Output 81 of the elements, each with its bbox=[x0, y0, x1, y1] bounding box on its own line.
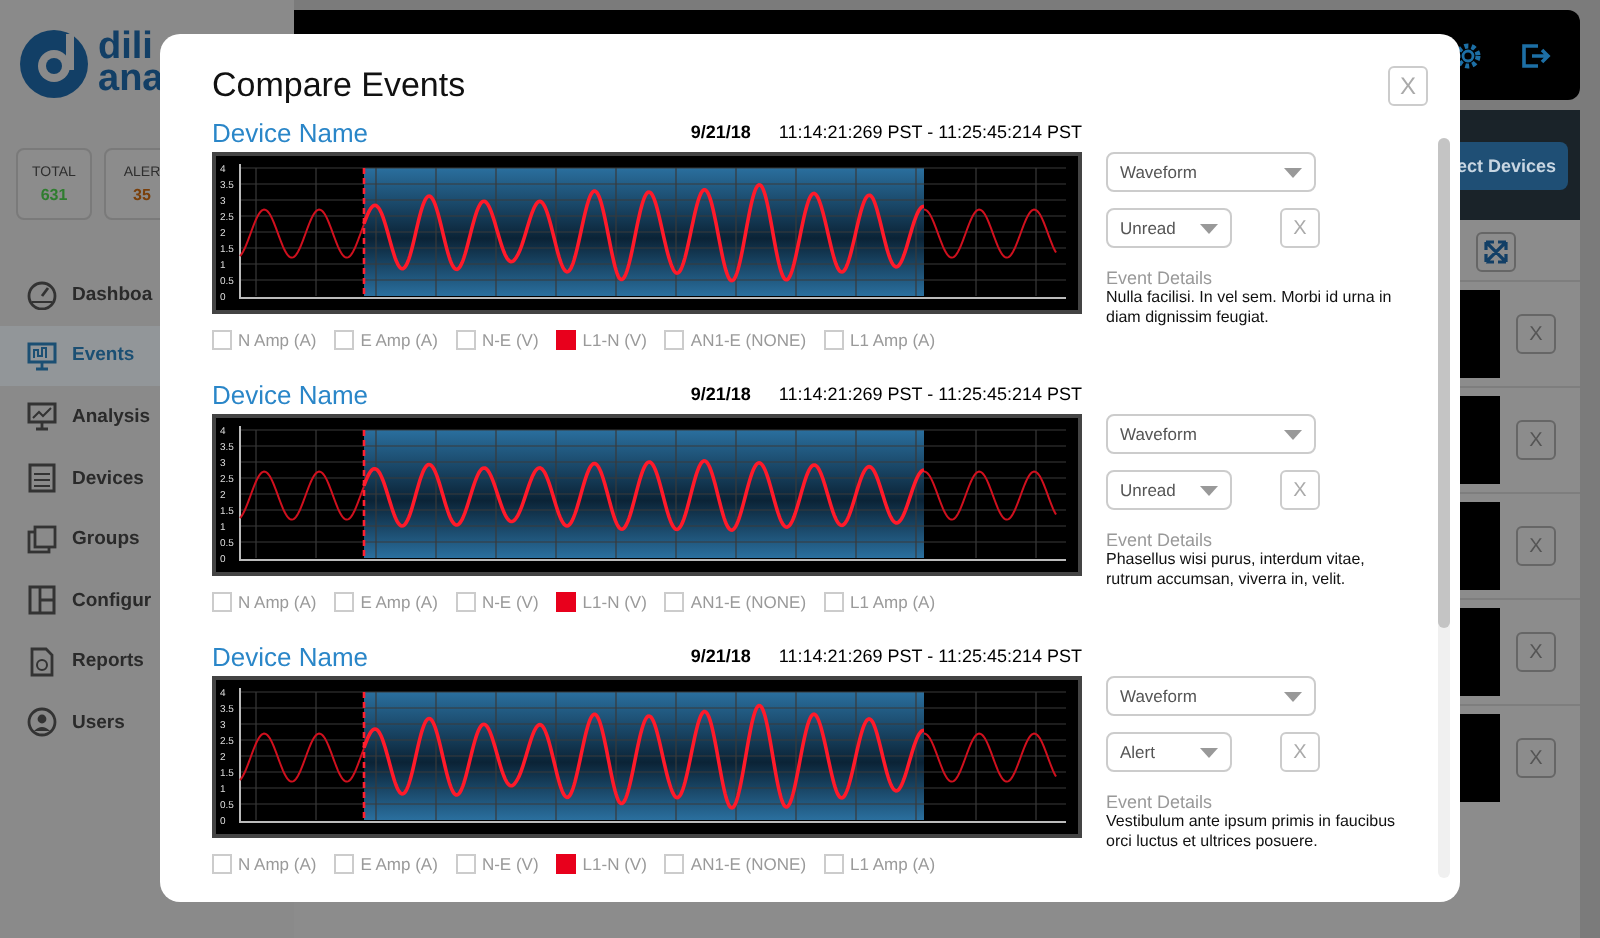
channel-checkbox[interactable]: L1 Amp (A) bbox=[824, 330, 936, 350]
event-date: 9/21/18 bbox=[690, 384, 751, 404]
layout-icon bbox=[26, 584, 58, 617]
stat-value: 631 bbox=[40, 185, 68, 203]
logout-icon[interactable] bbox=[1520, 39, 1552, 71]
event-time-range: 11:14:21:269 PST - 11:25:45:214 PST bbox=[778, 122, 1082, 142]
channel-checkbox[interactable]: L1-N (V) bbox=[556, 854, 647, 874]
channel-checkbox[interactable]: AN1-E (NONE) bbox=[664, 854, 807, 874]
marker-line bbox=[362, 430, 366, 558]
caret-icon bbox=[1284, 691, 1302, 701]
channel-checkbox[interactable]: N-E (V) bbox=[455, 330, 539, 350]
nav-label: Configur bbox=[72, 589, 152, 612]
remove-button[interactable]: X bbox=[1280, 470, 1320, 510]
close-button[interactable]: X bbox=[1388, 65, 1428, 105]
nav-item[interactable]: Configur bbox=[0, 569, 158, 632]
channel-checkbox[interactable]: N-E (V) bbox=[455, 854, 539, 874]
gauge-icon bbox=[26, 278, 58, 311]
remove-button[interactable]: X bbox=[1280, 732, 1320, 772]
caret-icon bbox=[1284, 167, 1302, 177]
event-description: Phasellus wisi purus, interdum vitae, rutrum accumsan, viverra in, velit. bbox=[1106, 550, 1367, 590]
details-label: Event Details bbox=[1106, 530, 1215, 550]
event-description: Nulla facilisi. In vel sem. Morbi id urna in diam dignissim feugiat. bbox=[1106, 288, 1394, 328]
stat-value: 35 bbox=[133, 185, 151, 203]
nav-label: Reports bbox=[72, 650, 144, 673]
details-label: Event Details bbox=[1106, 268, 1215, 288]
channel-checkbox[interactable]: E Amp (A) bbox=[334, 330, 438, 350]
nav-item[interactable]: Groups bbox=[0, 508, 158, 570]
expand-button[interactable] bbox=[1476, 232, 1516, 272]
nav-item[interactable]: Dashboa bbox=[0, 264, 158, 326]
channel-checkbox[interactable]: E Amp (A) bbox=[334, 592, 438, 612]
monitor-icon bbox=[26, 339, 58, 372]
expand-icon bbox=[1484, 240, 1508, 264]
channel-checkbox[interactable]: L1-N (V) bbox=[556, 592, 647, 612]
logo-text: ana bbox=[98, 64, 164, 96]
nav-item[interactable]: Reports bbox=[0, 631, 158, 693]
nav-item[interactable]: Analysis bbox=[0, 386, 158, 448]
channel-checkbox[interactable]: E Amp (A) bbox=[334, 854, 438, 874]
marker-line bbox=[362, 692, 366, 820]
nav-label: Users bbox=[72, 711, 125, 734]
status-dropdown[interactable]: Unread bbox=[1106, 470, 1232, 510]
nav-label: Dashboa bbox=[72, 283, 153, 306]
stacked-squares-icon bbox=[26, 523, 58, 556]
logo-icon bbox=[18, 28, 90, 100]
chart-monitor-icon bbox=[26, 400, 58, 433]
type-dropdown[interactable]: Waveform bbox=[1106, 414, 1316, 454]
caret-icon bbox=[1284, 429, 1302, 439]
event-date: 9/21/18 bbox=[690, 646, 751, 666]
channel-checkbox[interactable]: L1-N (V) bbox=[556, 330, 647, 350]
type-dropdown[interactable]: Waveform bbox=[1106, 676, 1316, 716]
marker-line bbox=[362, 168, 366, 296]
device-name[interactable]: Device Name bbox=[212, 641, 691, 671]
status-dropdown[interactable]: Alert bbox=[1106, 732, 1232, 772]
channel-checkbox[interactable]: N Amp (A) bbox=[212, 592, 317, 612]
channel-checkbox[interactable]: N Amp (A) bbox=[212, 854, 317, 874]
nav-label: Analysis bbox=[72, 405, 151, 428]
event-date: 9/21/18 bbox=[690, 122, 751, 142]
modal-title: Compare Events bbox=[212, 65, 466, 105]
event-time-range: 11:14:21:269 PST - 11:25:45:214 PST bbox=[778, 646, 1082, 666]
event-description: Vestibulum ante ipsum primis in faucibus orci luctus et ultrices posuere. bbox=[1106, 812, 1398, 852]
nav-label: Events bbox=[72, 344, 135, 367]
logo-text: dili bbox=[98, 32, 155, 64]
channel-checkbox[interactable]: AN1-E (NONE) bbox=[664, 592, 807, 612]
user-icon bbox=[26, 706, 58, 739]
nav-item[interactable]: Users bbox=[0, 692, 158, 754]
event-time-range: 11:14:21:269 PST - 11:25:45:214 PST bbox=[778, 384, 1082, 404]
status-dropdown[interactable]: Unread bbox=[1106, 208, 1232, 248]
channel-checkbox[interactable]: L1 Amp (A) bbox=[824, 854, 936, 874]
remove-button[interactable]: X bbox=[1280, 208, 1320, 248]
channel-checkbox[interactable]: AN1-E (NONE) bbox=[664, 330, 807, 350]
device-name[interactable]: Device Name bbox=[212, 117, 691, 147]
scrollbar[interactable] bbox=[1438, 138, 1450, 878]
nav-item[interactable]: Devices bbox=[0, 447, 158, 509]
caret-icon bbox=[1200, 485, 1218, 495]
channel-checkbox[interactable]: N-E (V) bbox=[455, 592, 539, 612]
nav-label: Devices bbox=[72, 467, 144, 490]
nav-label: Groups bbox=[72, 528, 140, 551]
document-icon bbox=[26, 645, 58, 678]
channel-checkbox[interactable]: L1 Amp (A) bbox=[824, 592, 936, 612]
type-dropdown[interactable]: Waveform bbox=[1106, 152, 1316, 192]
caret-icon bbox=[1200, 747, 1218, 757]
details-label: Event Details bbox=[1106, 792, 1215, 812]
